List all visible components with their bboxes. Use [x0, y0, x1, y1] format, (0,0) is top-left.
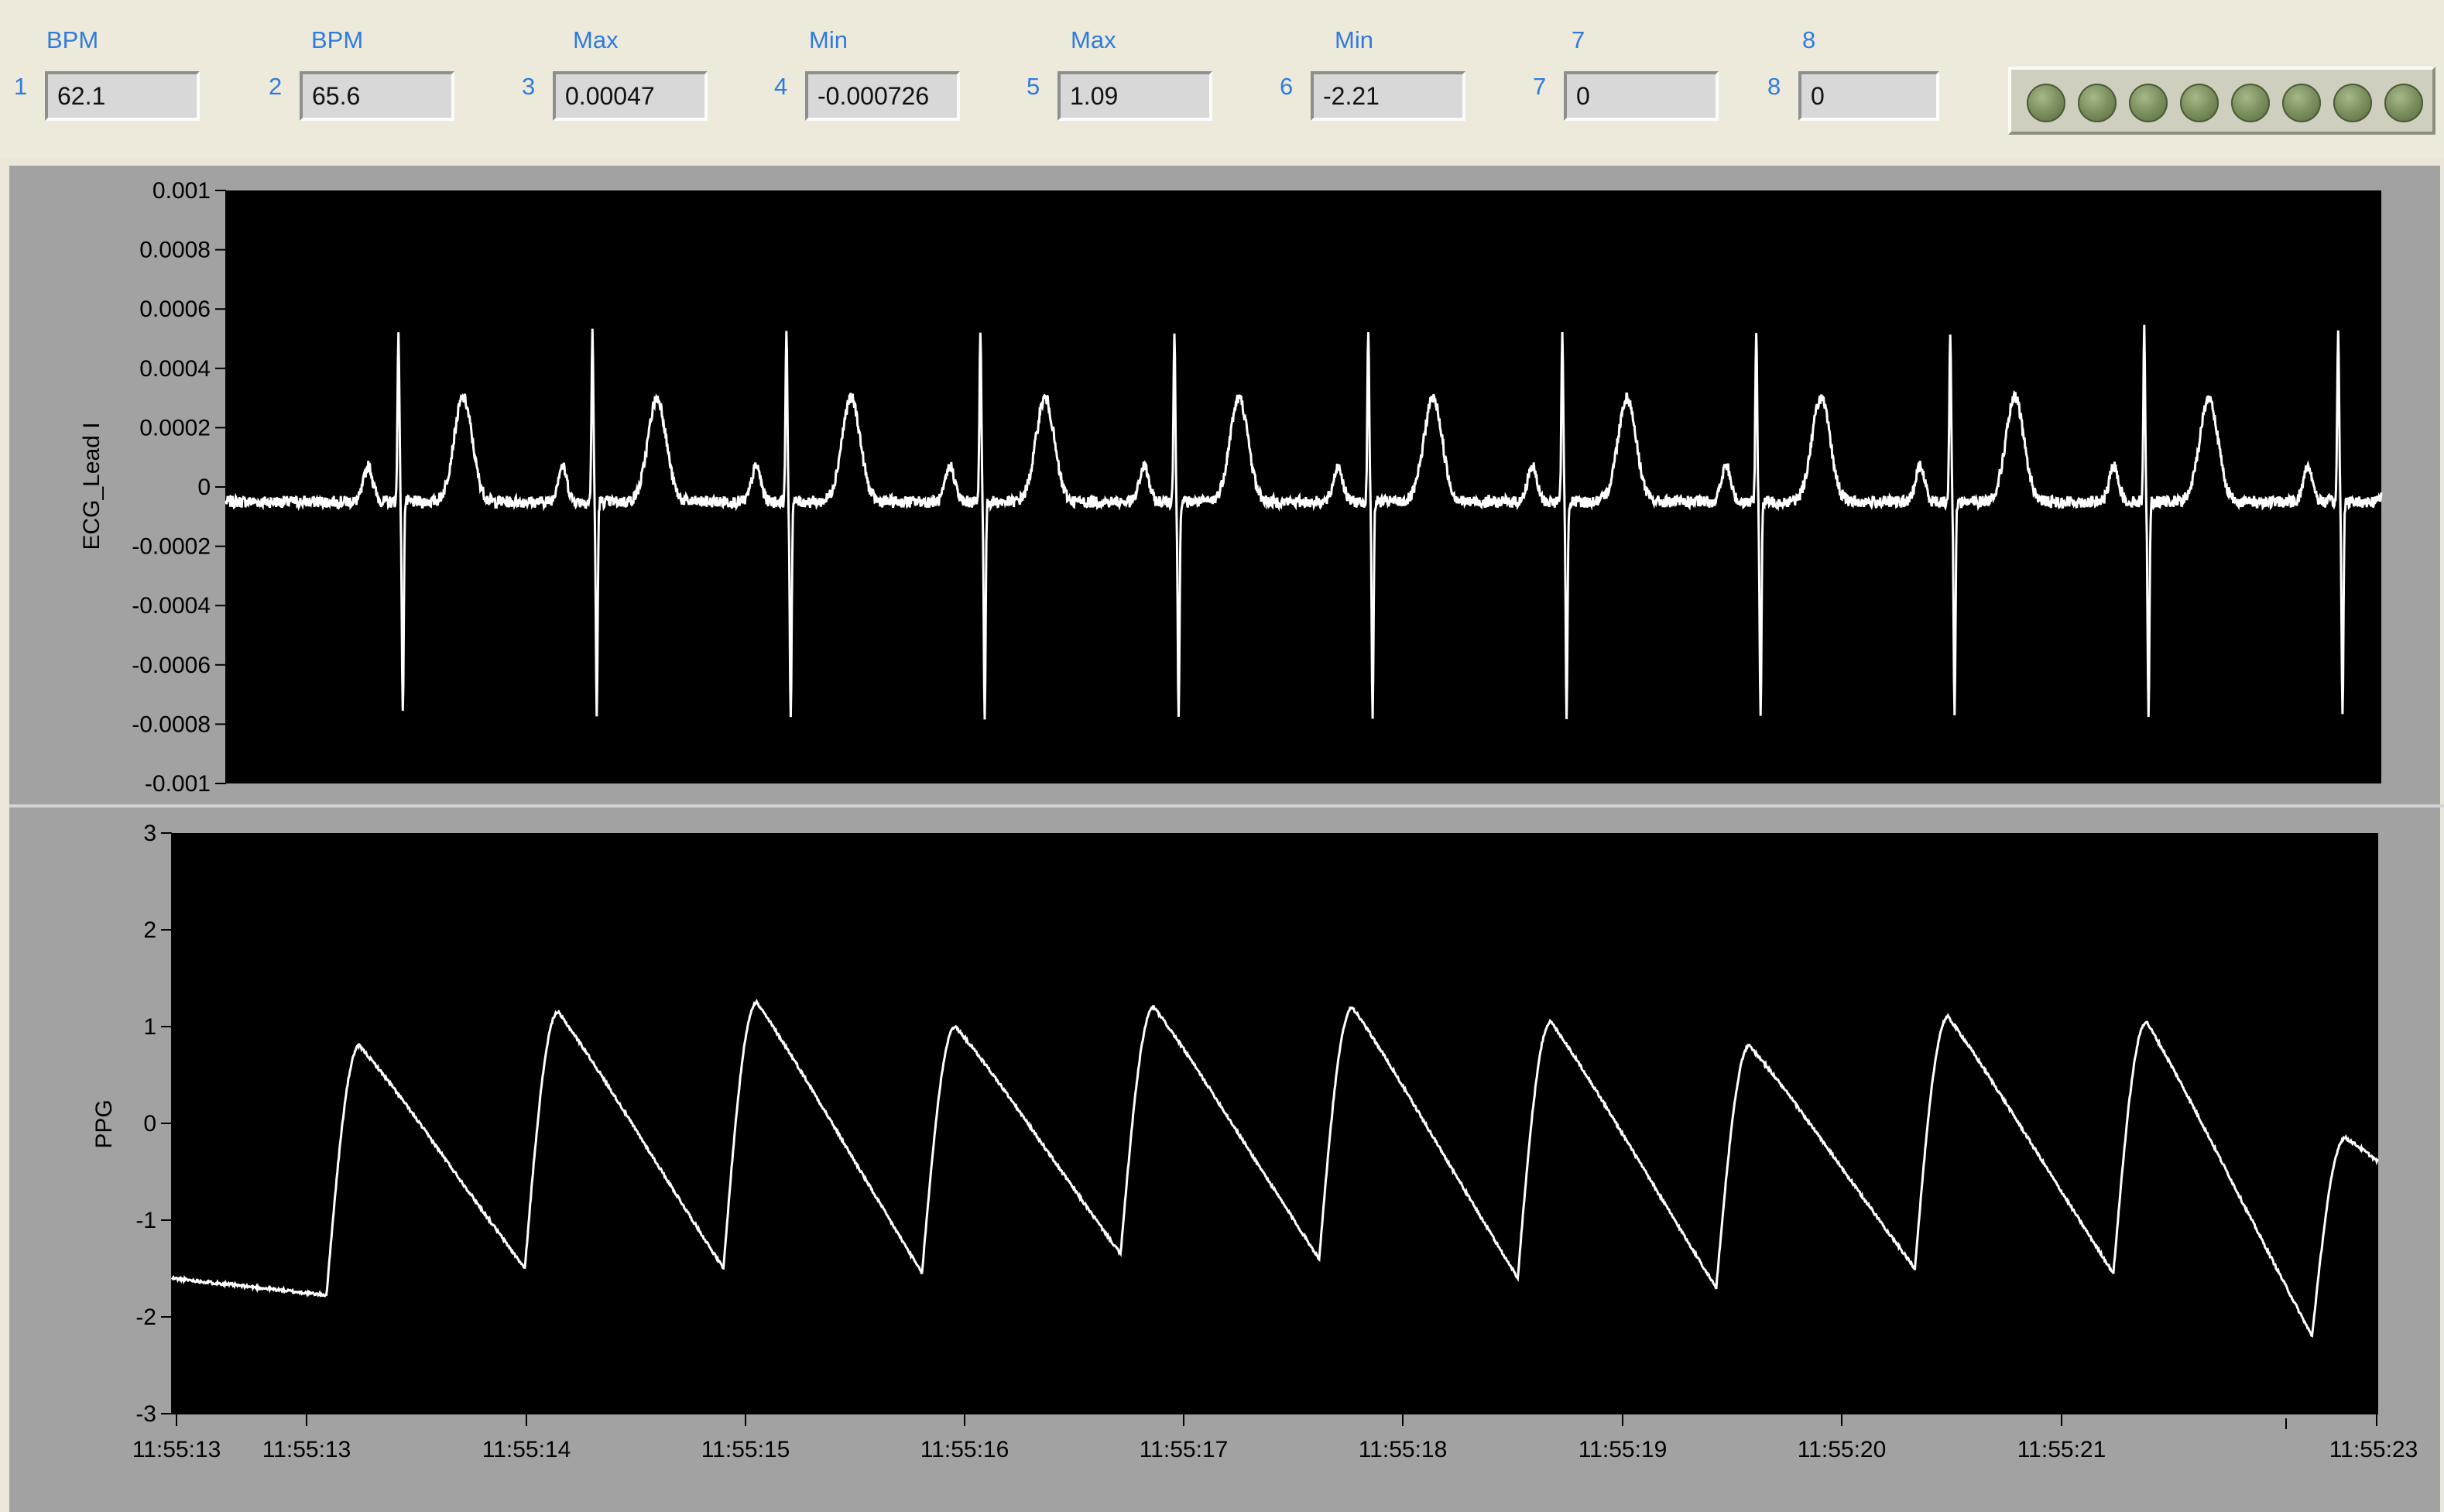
- ppg-y-tick-label: 3: [143, 821, 156, 846]
- waveform-charts: 0.001 0.0008 0.0006 0.0004 0.0002 0 -0.0002 -0.…: [9, 178, 2444, 1462]
- time-tick-label: 11:55:17: [1140, 1437, 1229, 1462]
- ppg-y-axis: 3 2 1 0 -1 -2 -3: [135, 821, 173, 1427]
- time-axis: 11:55:13 11:55:13 11:55:14 11:55:15 11:55:16…: [132, 1413, 2418, 1462]
- ppg-y-tick-label: -2: [135, 1305, 156, 1330]
- ecg-y-tick-label: -0.0008: [132, 711, 211, 737]
- ecg-y-tick-label: -0.0002: [132, 534, 211, 560]
- ecg-y-tick-label: 0.0006: [139, 297, 211, 322]
- ecg-y-tick-label: -0.001: [145, 771, 211, 797]
- ecg-y-tick-label: 0: [197, 475, 211, 500]
- ppg-plot-area[interactable]: [172, 833, 2378, 1414]
- ppg-y-tick-label: -1: [135, 1208, 156, 1233]
- time-tick-label: 11:55:16: [920, 1437, 1009, 1462]
- ecg-y-tick-label: -0.0006: [132, 653, 211, 678]
- time-tick-label: 11:55:13: [132, 1437, 221, 1462]
- time-tick-label: 11:55:19: [1578, 1437, 1668, 1462]
- time-tick-label: 11:55:14: [482, 1437, 571, 1462]
- ecg-y-axis: 0.001 0.0008 0.0006 0.0004 0.0002 0 -0.0002 -0.…: [132, 178, 227, 797]
- ppg-y-tick-label: 0: [143, 1111, 156, 1137]
- ecg-plot-area[interactable]: [226, 190, 2381, 783]
- ppg-y-tick-label: -3: [135, 1401, 156, 1427]
- ppg-y-tick-label: 1: [143, 1014, 156, 1040]
- ecg-y-tick-label: 0.0008: [139, 238, 211, 263]
- ppg-axis-title: PPG: [91, 1099, 117, 1148]
- time-tick-label: 11:55:23: [2329, 1437, 2418, 1462]
- ecg-axis-title: ECG_Lead I: [79, 422, 105, 550]
- ecg-y-tick-label: -0.0004: [132, 593, 211, 619]
- time-tick-label: 11:55:18: [1359, 1437, 1448, 1462]
- time-tick-label: 11:55:15: [701, 1437, 790, 1462]
- ppg-y-tick-label: 2: [143, 917, 156, 943]
- ecg-y-tick-label: 0.0002: [139, 415, 211, 441]
- ecg-y-tick-label: 0.001: [153, 178, 211, 204]
- time-tick-label: 11:55:13: [262, 1437, 351, 1462]
- time-tick-label: 11:55:21: [2017, 1437, 2106, 1462]
- time-tick-label: 11:55:20: [1798, 1437, 1887, 1462]
- ecg-y-tick-label: 0.0004: [139, 356, 211, 382]
